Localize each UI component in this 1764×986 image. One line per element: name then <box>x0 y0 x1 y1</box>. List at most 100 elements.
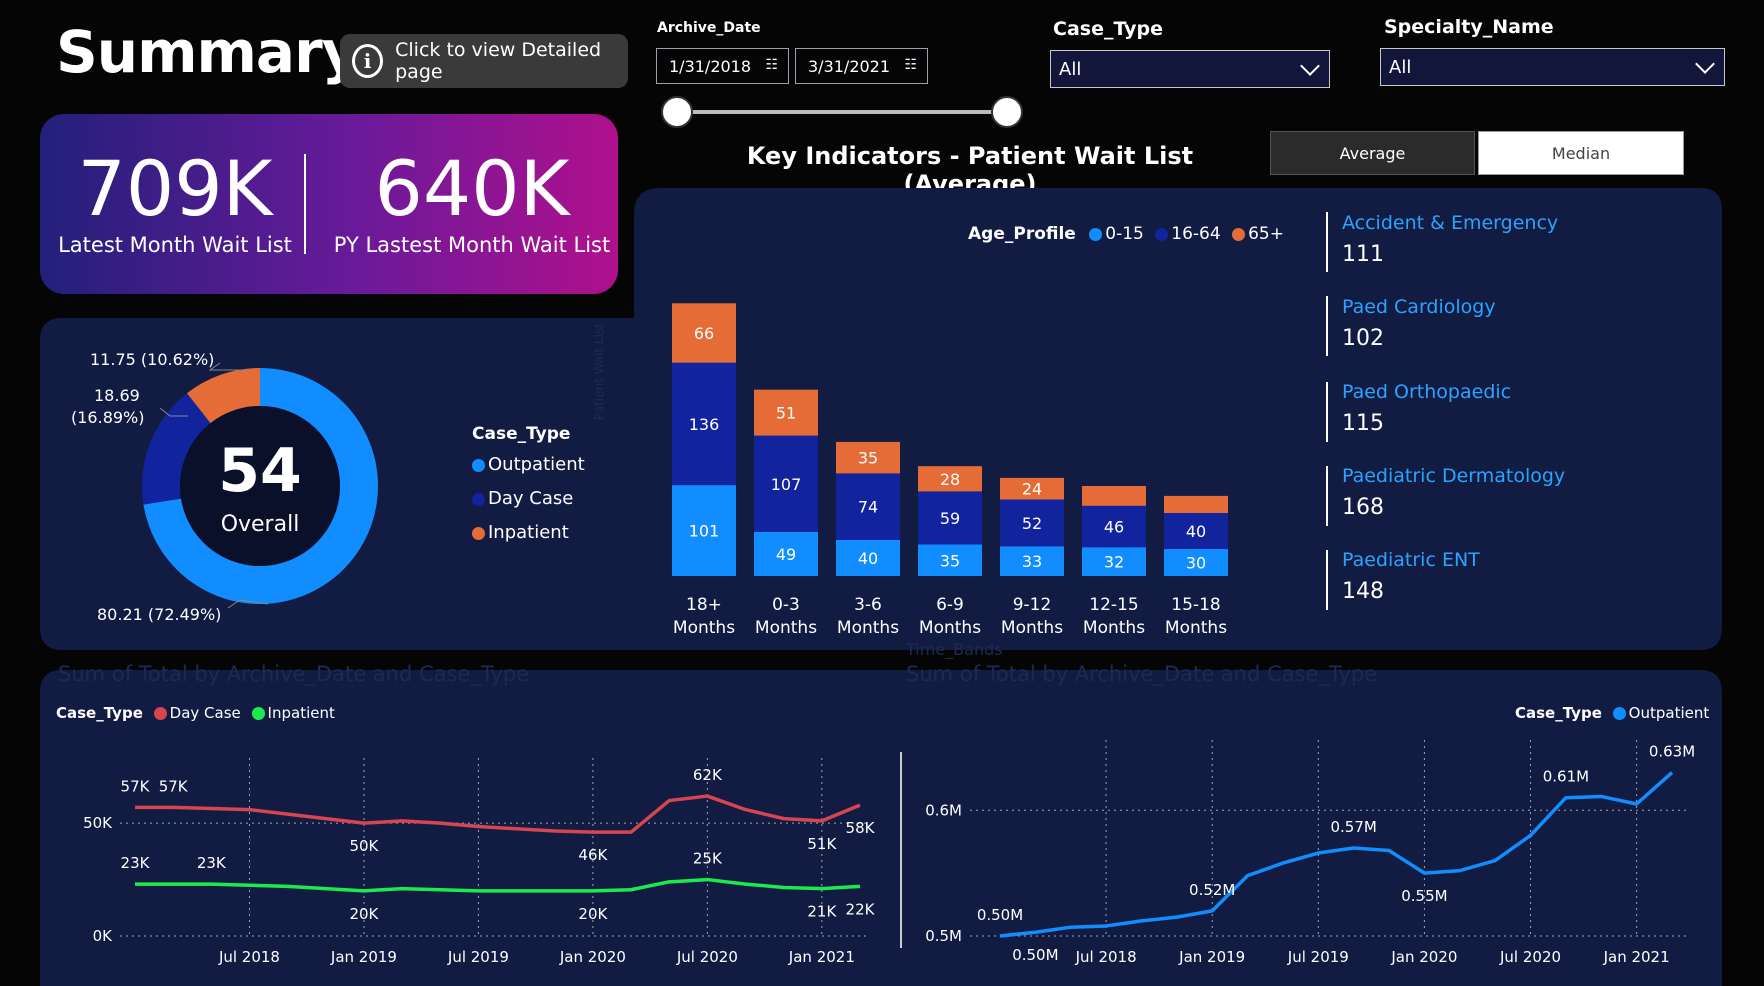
line-series-inpatient <box>135 877 861 893</box>
specialty-divider <box>1326 212 1328 272</box>
specialty-value: 168 <box>1342 495 1384 520</box>
bar-category-label: 18+ <box>686 595 722 615</box>
donut-label-outpatient: 80.21 (72.49%) <box>97 605 222 624</box>
specialty-name: Paed Orthopaedic <box>1342 381 1512 403</box>
line-data-label: 62K <box>693 766 723 784</box>
x-tick-label: Jan 2019 <box>330 948 397 966</box>
line-data-label: 0.61M <box>1543 768 1589 786</box>
bar-data-label: 51 <box>776 404 796 423</box>
age-profile-stacked-bar-chart: 101 136 66 18+ Months 49 107 51 0-3 Months 40 74 35 3… <box>672 303 1228 638</box>
bar-category-label: Months <box>673 618 735 638</box>
left-chart-ghost-title: Sum of Total by Archive_Date and Case_Ty… <box>58 662 530 686</box>
bar-data-label: 46 <box>1104 518 1124 537</box>
legend-daycase-label: Day Case <box>488 488 574 509</box>
legend-dot-icon <box>472 458 485 472</box>
specialty-name: Paediatric ENT <box>1342 549 1480 571</box>
bar-data-label: 52 <box>1022 514 1042 533</box>
line-series-day-case <box>135 794 861 834</box>
specialty-card[interactable]: Paediatric Dermatology 168 <box>1342 465 1565 520</box>
line-data-label: 0.50M <box>977 906 1023 924</box>
specialty-card[interactable]: Accident & Emergency 111 <box>1342 212 1558 267</box>
y-tick-label: 0.5M <box>925 927 962 945</box>
line-data-label: 57K <box>121 777 151 795</box>
bar-data-label: 136 <box>689 415 720 434</box>
line-data-label: 0.55M <box>1401 887 1447 905</box>
line-data-label: 0.57M <box>1331 818 1377 836</box>
x-tick-label: Jan 2021 <box>1603 948 1670 966</box>
line-series-outpatient <box>999 771 1674 938</box>
specialty-card[interactable]: Paediatric ENT 148 <box>1342 549 1480 604</box>
legend-inpatient[interactable]: Inpatient <box>472 522 569 543</box>
specialty-card[interactable]: Paed Orthopaedic 115 <box>1342 381 1511 436</box>
x-tick-label: Jan 2020 <box>559 948 626 966</box>
line-data-label: 0.63M <box>1649 743 1695 761</box>
bar-segment-65+ <box>1164 495 1228 513</box>
legend-age-0-15[interactable]: 0-15 <box>1105 224 1144 244</box>
specialty-card[interactable]: Paed Cardiology 102 <box>1342 296 1496 351</box>
bar-segment-65+ <box>1082 486 1146 506</box>
right-chart-ghost-title: Sum of Total by Archive_Date and Case_Ty… <box>906 662 1378 686</box>
x-tick-label: Jan 2021 <box>788 948 855 966</box>
specialty-name: Paediatric Dermatology <box>1342 465 1566 487</box>
specialty-name: Accident & Emergency <box>1342 212 1559 234</box>
bar-category-label: Months <box>1165 618 1227 638</box>
x-tick-label: Jul 2018 <box>218 948 280 966</box>
bar-data-label: 35 <box>858 449 878 468</box>
y-tick-label: 50K <box>83 814 113 832</box>
bar-data-label: 107 <box>771 475 802 494</box>
bar-data-label: 28 <box>940 470 960 489</box>
outpatient-line-chart: 0.5M 0.6M Jul 2018 Jan 2019 Jul 2019 Jan 2020… <box>925 740 1695 966</box>
x-tick-label: Jul 2020 <box>1499 948 1561 966</box>
line-data-label: 50K <box>349 837 379 855</box>
bar-category-label: Months <box>755 618 817 638</box>
legend-dot-icon <box>251 707 265 720</box>
bar-category-label: 0-3 <box>772 595 800 615</box>
donut-label-inpatient: 11.75 (10.62%) <box>90 350 215 369</box>
legend-age-65[interactable]: 65+ <box>1248 224 1284 244</box>
bar-category-label: 3-6 <box>854 595 882 615</box>
bar-category-label: 15-18 <box>1171 595 1220 615</box>
bar-data-label: 40 <box>1186 522 1206 541</box>
legend-age-16-64[interactable]: 16-64 <box>1171 224 1220 244</box>
line-data-label: 21K <box>807 903 837 921</box>
legend-outpatient-line[interactable]: Outpatient <box>1629 704 1710 722</box>
leader-line <box>208 362 248 371</box>
legend-dot-icon <box>472 492 485 506</box>
bar-category-label: Months <box>1001 618 1063 638</box>
line-data-label: 0.52M <box>1189 881 1235 899</box>
legend-outpatient-label: Outpatient <box>488 454 585 475</box>
legend-daycase[interactable]: Day Case <box>472 488 573 509</box>
age-profile-legend: Age_Profile 0-15 16-64 65+ <box>968 224 1284 244</box>
line-data-label: 22K <box>846 900 876 918</box>
legend-dot-icon <box>472 526 485 540</box>
bar-data-label: 33 <box>1022 552 1042 571</box>
legend-dot-icon <box>1232 227 1246 241</box>
x-tick-label: Jul 2019 <box>1287 948 1349 966</box>
legend-inpatient-line[interactable]: Inpatient <box>268 704 335 722</box>
donut-label-daycase-percent: (16.89%) <box>71 408 145 427</box>
legend-outpatient[interactable]: Outpatient <box>472 454 585 475</box>
legend-dot-icon <box>153 707 167 720</box>
specialty-divider <box>1326 296 1328 356</box>
bar-data-label: 101 <box>689 522 720 541</box>
line-data-label: 20K <box>349 905 379 923</box>
x-tick-label: Jan 2019 <box>1178 948 1245 966</box>
x-tick-label: Jul 2019 <box>447 948 509 966</box>
legend-dot-icon <box>1155 227 1169 241</box>
legend-dot-icon <box>1089 227 1103 241</box>
left-line-legend-title: Case_Type <box>56 704 143 722</box>
specialty-value: 115 <box>1342 411 1384 436</box>
bar-data-label: 49 <box>776 545 796 564</box>
line-data-label: 46K <box>578 846 608 864</box>
chart-divider <box>900 752 902 948</box>
bar-data-label: 30 <box>1186 554 1206 573</box>
donut-center-value: 54 <box>218 436 302 506</box>
right-line-legend: Case_Type Outpatient <box>1515 704 1709 722</box>
line-data-label: 20K <box>578 905 608 923</box>
daycase-inpatient-line-chart: 0K 50K Jul 2018 Jan 2019 Jul 2019 Jan 2020 Jul… <box>83 758 876 966</box>
legend-daycase-line[interactable]: Day Case <box>170 704 241 722</box>
specialty-divider <box>1326 550 1328 610</box>
bar-category-label: 12-15 <box>1089 595 1138 615</box>
specialty-divider <box>1326 466 1328 526</box>
bar-data-label: 40 <box>858 549 878 568</box>
